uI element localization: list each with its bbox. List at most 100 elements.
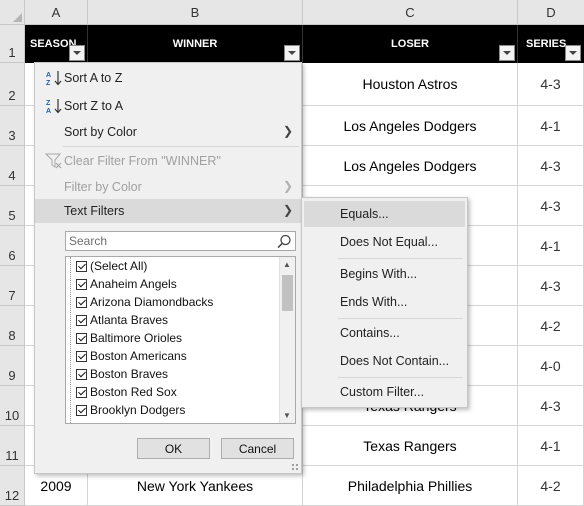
- list-item[interactable]: Baltimore Orioles: [76, 329, 182, 347]
- cell-c3[interactable]: Los Angeles Dodgers: [303, 106, 518, 146]
- chevron-right-icon: ❯: [282, 203, 293, 217]
- cell-c11[interactable]: Texas Rangers: [303, 426, 518, 466]
- list-item[interactable]: Boston Braves: [76, 365, 168, 383]
- does-not-contain-option[interactable]: Does Not Contain...: [304, 348, 465, 374]
- list-item-label: Anaheim Angels: [90, 277, 177, 291]
- list-item-label: Baltimore Orioles: [90, 331, 183, 345]
- cell-d2[interactable]: 4-3: [518, 63, 584, 106]
- row-header-11[interactable]: 11: [0, 426, 25, 466]
- menu-separator: [338, 318, 463, 319]
- header-series-label: SERIES: [526, 38, 567, 50]
- filter-button-season[interactable]: [69, 45, 85, 61]
- cell-d5[interactable]: 4-3: [518, 186, 584, 226]
- sort-z-to-a-label: Sort Z to A: [64, 99, 124, 113]
- checkbox[interactable]: [76, 368, 87, 380]
- sort-by-color[interactable]: Sort by Color ❯: [35, 120, 301, 144]
- column-header-d[interactable]: D: [518, 0, 584, 25]
- custom-filter-label: Custom Filter...: [340, 385, 425, 399]
- scroll-down-icon[interactable]: ▼: [283, 411, 291, 420]
- checkbox[interactable]: [76, 350, 87, 362]
- checkbox[interactable]: [76, 260, 87, 272]
- sort-descending-icon: Z A: [46, 99, 62, 114]
- checkbox[interactable]: [76, 314, 87, 326]
- checkbox[interactable]: [76, 386, 87, 398]
- cell-d6[interactable]: 4-1: [518, 226, 584, 266]
- cell-d3[interactable]: 4-1: [518, 106, 584, 146]
- cell-c12[interactable]: Philadelphia Phillies: [303, 466, 518, 506]
- filter-search-placeholder: Search: [69, 234, 108, 248]
- list-item[interactable]: Anaheim Angels: [76, 275, 177, 293]
- ends-with-option[interactable]: Ends With...: [304, 289, 465, 315]
- cell-c2[interactable]: Houston Astros: [303, 63, 518, 106]
- list-scrollbar[interactable]: ▲ ▼: [279, 257, 295, 423]
- chevron-right-icon: ❯: [282, 179, 293, 193]
- row-header-7[interactable]: 7: [0, 266, 25, 306]
- column-header-c[interactable]: C: [303, 0, 518, 25]
- cell-d10[interactable]: 4-3: [518, 386, 584, 426]
- row-header-3[interactable]: 3: [0, 106, 25, 146]
- cell-d4[interactable]: 4-3: [518, 146, 584, 186]
- text-filters[interactable]: Text Filters ❯: [35, 199, 301, 223]
- cell-d11[interactable]: 4-1: [518, 426, 584, 466]
- checkbox[interactable]: [76, 278, 87, 290]
- row-header-6[interactable]: 6: [0, 226, 25, 266]
- header-loser-label: LOSER: [391, 38, 429, 50]
- column-header-b[interactable]: B: [88, 0, 303, 25]
- row-header-4[interactable]: 4: [0, 146, 25, 186]
- list-item-label: Boston Americans: [90, 349, 187, 363]
- cell-c4[interactable]: Los Angeles Dodgers: [303, 146, 518, 186]
- row-header-10[interactable]: 10: [0, 386, 25, 426]
- filter-values-list[interactable]: (Select All) Anaheim Angels Arizona Diam…: [65, 256, 296, 424]
- sort-a-to-z-label: Sort A to Z: [64, 71, 123, 85]
- checkbox[interactable]: [76, 332, 87, 344]
- begins-with-option[interactable]: Begins With...: [304, 261, 465, 287]
- row-header-9[interactable]: 9: [0, 346, 25, 386]
- filter-search-input[interactable]: Search: [65, 231, 296, 251]
- scrollbar-thumb[interactable]: [282, 275, 293, 311]
- custom-filter-option[interactable]: Custom Filter...: [304, 379, 465, 405]
- row-header-2[interactable]: 2: [0, 63, 25, 106]
- checkbox[interactable]: [76, 296, 87, 308]
- search-icon: [277, 234, 291, 249]
- sort-z-to-a[interactable]: Z A Sort Z to A: [35, 94, 301, 118]
- header-winner[interactable]: WINNER: [88, 25, 303, 63]
- list-item[interactable]: Arizona Diamondbacks: [76, 293, 213, 311]
- cancel-button[interactable]: Cancel: [221, 438, 294, 459]
- equals-option[interactable]: Equals...: [304, 201, 465, 227]
- header-loser[interactable]: LOSER: [303, 25, 518, 63]
- list-item[interactable]: Boston Americans: [76, 347, 187, 365]
- filter-button-loser[interactable]: [499, 45, 515, 61]
- ok-button[interactable]: OK: [137, 438, 210, 459]
- sort-by-color-label: Sort by Color: [64, 125, 137, 139]
- clear-filter-icon: [45, 153, 62, 169]
- sort-a-to-z[interactable]: A Z Sort A to Z: [35, 66, 301, 90]
- cell-d9[interactable]: 4-0: [518, 346, 584, 386]
- autofilter-menu: A Z Sort A to Z Z A Sort Z to A Sort by …: [34, 62, 302, 474]
- list-item[interactable]: Boston Red Sox: [76, 383, 177, 401]
- resize-grip-icon[interactable]: [291, 463, 299, 471]
- list-item[interactable]: Brooklyn Dodgers: [76, 401, 185, 419]
- cell-d7[interactable]: 4-3: [518, 266, 584, 306]
- row-header-1[interactable]: 1: [0, 25, 25, 63]
- checkbox[interactable]: [76, 404, 87, 416]
- list-item-select-all[interactable]: (Select All): [76, 257, 147, 275]
- select-all-corner[interactable]: [0, 0, 25, 25]
- list-item[interactable]: Atlanta Braves: [76, 311, 168, 329]
- filter-button-series[interactable]: [565, 45, 581, 61]
- does-not-equal-option[interactable]: Does Not Equal...: [304, 229, 465, 255]
- scroll-up-icon[interactable]: ▲: [283, 260, 291, 269]
- menu-separator: [338, 377, 463, 378]
- filter-by-color[interactable]: Filter by Color ❯: [35, 175, 301, 199]
- svg-text:Z: Z: [46, 100, 51, 107]
- cell-d12[interactable]: 4-2: [518, 466, 584, 506]
- row-header-8[interactable]: 8: [0, 306, 25, 346]
- list-item-label: Boston Braves: [90, 367, 169, 381]
- cell-d8[interactable]: 4-2: [518, 306, 584, 346]
- column-header-a[interactable]: A: [25, 0, 88, 25]
- row-header-12[interactable]: 12: [0, 466, 25, 506]
- list-item-label: Atlanta Braves: [90, 313, 169, 327]
- contains-option[interactable]: Contains...: [304, 320, 465, 346]
- clear-filter[interactable]: Clear Filter From "WINNER": [35, 149, 301, 173]
- filter-button-winner[interactable]: [284, 45, 300, 61]
- row-header-5[interactable]: 5: [0, 186, 25, 226]
